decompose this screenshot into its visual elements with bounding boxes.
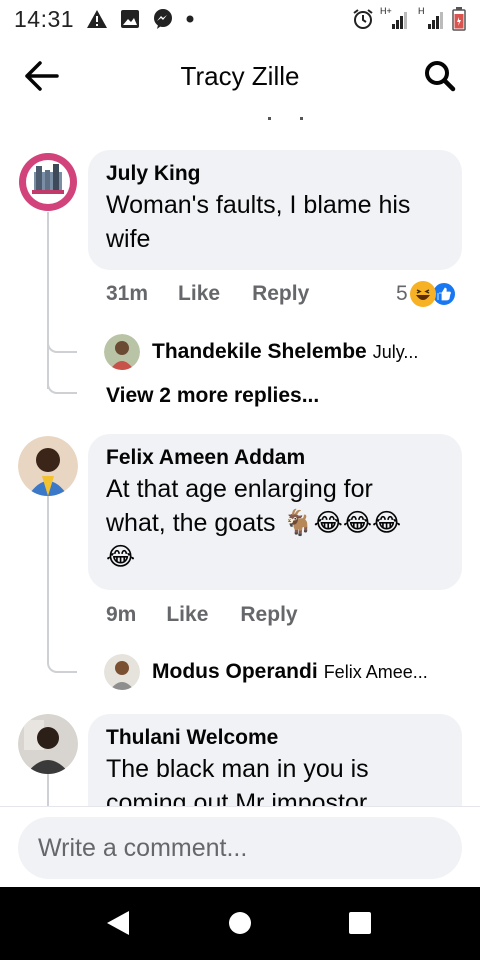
reply-snippet: July... (372, 341, 419, 362)
avatar (104, 654, 140, 690)
status-time: 14:31 (14, 5, 75, 32)
image-icon (120, 9, 140, 29)
comment-text: wife (106, 225, 151, 253)
thread-line (47, 496, 49, 656)
battery-icon (452, 7, 466, 31)
thread-connector (47, 639, 77, 673)
comment-text: Woman's faults, I blame his (106, 191, 411, 219)
comment-author[interactable]: Felix Ameen Addam (106, 444, 444, 472)
reply-button[interactable]: Reply (240, 603, 297, 627)
page-title: Tracy Zille (180, 60, 300, 91)
thread-connector (47, 362, 77, 394)
clipped-previous-content (0, 114, 480, 124)
messenger-icon (152, 8, 174, 30)
avatar (104, 334, 140, 370)
nav-back-button[interactable] (88, 893, 148, 953)
nav-home-button[interactable] (210, 893, 270, 953)
comment-composer: Write a comment... (0, 807, 480, 887)
comment-text: coming out Mr impostor (106, 789, 368, 806)
like-button[interactable]: Like (178, 282, 220, 306)
comment-author[interactable]: Thulani Welcome (106, 724, 444, 752)
signal-hplus-icon: H+ (380, 6, 410, 30)
comment-author[interactable]: July King (106, 160, 444, 188)
signal-h-icon: H (416, 6, 446, 30)
search-button[interactable] (422, 58, 458, 94)
reply-author: Thandekile Shelembe (152, 340, 367, 363)
comment-time: 31m (106, 282, 149, 305)
thread-line (47, 774, 49, 806)
view-more-replies-link[interactable]: View 2 more replies... (106, 384, 319, 408)
reaction-summary[interactable]: 5 (396, 281, 457, 307)
back-button[interactable] (22, 58, 62, 94)
network-label-h: H (418, 6, 425, 16)
reply-preview[interactable]: Modus Operandi Felix Amee... (104, 654, 428, 690)
comment-bubble[interactable]: Felix Ameen Addam At that age enlarging … (88, 434, 462, 590)
comments-list[interactable]: July King Woman's faults, I blame his wi… (0, 124, 480, 806)
comment-bubble[interactable]: Thulani Welcome The black man in you is … (88, 714, 462, 806)
like-button[interactable]: Like (166, 603, 208, 627)
comment-actions: 9m Like Reply (106, 603, 328, 627)
alarm-icon (352, 8, 374, 30)
comment-input[interactable]: Write a comment... (18, 817, 462, 879)
comment-actions: 31m Like Reply (106, 282, 339, 306)
comment-time: 9m (106, 603, 137, 626)
search-icon (425, 61, 456, 92)
square-recents-icon (349, 912, 371, 934)
header: Tracy Zille (0, 38, 480, 114)
arrow-left-icon (25, 61, 59, 91)
avatar[interactable] (18, 714, 78, 774)
reply-author: Modus Operandi (152, 660, 318, 683)
nav-recents-button[interactable] (330, 893, 390, 953)
thread-line (47, 184, 49, 389)
avatar[interactable] (18, 152, 78, 212)
reply-preview[interactable]: Thandekile Shelembe July... (104, 334, 418, 370)
dot-icon (186, 15, 194, 23)
avatar[interactable] (18, 436, 78, 496)
status-right: H+ H (352, 6, 466, 31)
circle-home-icon (229, 912, 251, 934)
comment-text: 😂 (106, 543, 136, 571)
thread-connector (47, 319, 77, 353)
reply-button[interactable]: Reply (252, 282, 309, 306)
reaction-count: 5 (396, 282, 408, 305)
comment-text: what, the goats 🐐😂😂😂 (106, 509, 402, 537)
triangle-back-icon (107, 911, 129, 935)
haha-icon (409, 281, 436, 307)
reply-snippet: Felix Amee... (323, 661, 428, 682)
status-bar: 14:31 H+ H (0, 0, 480, 38)
network-label-hplus: H+ (380, 6, 392, 16)
warning-icon (86, 9, 108, 29)
comment-text: The black man in you is (106, 755, 369, 783)
comment-text: At that age enlarging for (106, 475, 373, 503)
status-left: 14:31 (14, 6, 194, 33)
system-nav-bar (0, 887, 480, 960)
comment-bubble[interactable]: July King Woman's faults, I blame his wi… (88, 150, 462, 270)
